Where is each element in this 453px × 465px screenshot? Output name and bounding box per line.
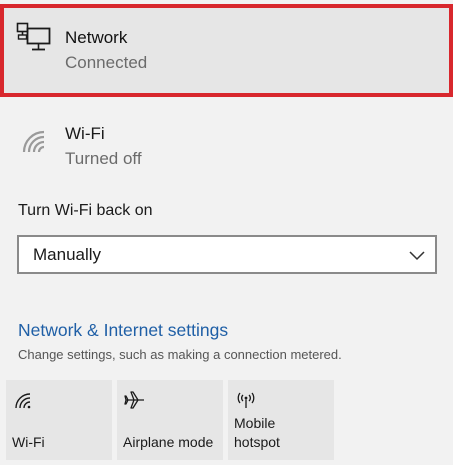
network-connection-item[interactable]: Network Connected <box>0 4 453 97</box>
wifi-title: Wi-Fi <box>65 124 105 143</box>
mobile-hotspot-quick-action-tile[interactable]: Mobile hotspot <box>228 380 334 460</box>
wifi-quick-action-tile[interactable]: Wi-Fi <box>6 380 112 460</box>
ethernet-network-icon <box>16 22 51 51</box>
hotspot-icon <box>237 392 255 408</box>
network-status: Connected <box>65 53 148 72</box>
airplane-mode-quick-action-tile[interactable]: Airplane mode <box>117 380 223 460</box>
airplane-mode-tile-label: Airplane mode <box>123 434 214 450</box>
wifi-off-icon <box>22 130 45 153</box>
mobile-hotspot-tile-label: Mobile hotspot <box>234 415 280 450</box>
wifi-connection-item[interactable]: Wi-Fi Turned off <box>0 112 453 182</box>
wifi-status: Turned off <box>65 149 142 168</box>
network-settings-description: Change settings, such as making a connec… <box>18 347 342 362</box>
turn-wifi-on-dropdown[interactable]: Manually <box>17 235 437 274</box>
turn-wifi-on-label: Turn Wi-Fi back on <box>18 202 153 219</box>
network-title: Network <box>65 28 128 47</box>
airplane-icon <box>124 391 144 409</box>
chevron-down-icon <box>409 251 425 261</box>
wifi-icon <box>15 393 31 409</box>
network-settings-link[interactable]: Network & Internet settings <box>18 320 228 341</box>
network-flyout: Network Connected Wi-Fi Turned off Turn … <box>0 0 453 465</box>
wifi-tile-label: Wi-Fi <box>12 434 45 450</box>
dropdown-selected-value: Manually <box>33 245 102 264</box>
